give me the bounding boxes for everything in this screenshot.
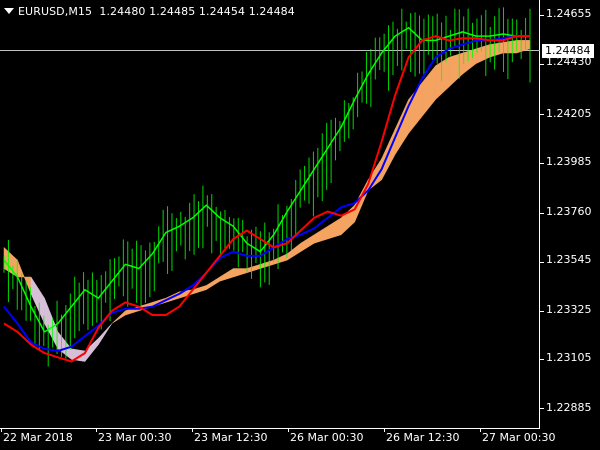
time-tick-label: 22 Mar 2018 — [3, 431, 73, 444]
price-tick-label: 1.23760 — [546, 205, 592, 218]
cloud-segment — [502, 40, 517, 54]
cloud-segment — [246, 263, 261, 274]
cloud-segment — [300, 234, 315, 253]
time-tick-label: 23 Mar 12:30 — [194, 431, 268, 444]
price-tick-label: 1.24430 — [546, 55, 592, 68]
chart-title: EURUSD,M15 1.24480 1.24485 1.24454 1.244… — [4, 5, 295, 18]
cloud-segment — [394, 99, 409, 156]
cloud-segment — [489, 42, 504, 58]
axis-ticks — [1, 15, 544, 432]
ichimoku-cloud — [3, 40, 531, 363]
cloud-segment — [57, 331, 72, 360]
price-chart[interactable] — [0, 0, 600, 450]
cloud-segment — [17, 260, 32, 294]
cloud-segment — [475, 44, 490, 64]
cloud-segment — [206, 276, 221, 291]
cloud-segment — [516, 40, 531, 54]
cloud-segment — [448, 52, 463, 88]
cloud-segment — [219, 268, 234, 282]
cloud-segment — [313, 225, 328, 244]
time-tick-label: 23 Mar 00:30 — [98, 431, 172, 444]
price-tick-label: 1.24655 — [546, 7, 592, 20]
chart-window[interactable]: EURUSD,M15 1.24480 1.24485 1.24454 1.244… — [0, 0, 600, 450]
price-tick-label: 1.23545 — [546, 253, 592, 266]
price-tick-label: 1.24205 — [546, 107, 592, 120]
price-tick-label: 1.22885 — [546, 401, 592, 414]
cloud-segment — [462, 48, 477, 75]
cloud-segment — [327, 217, 342, 240]
time-tick-label: 27 Mar 00:30 — [482, 431, 556, 444]
dropdown-triangle-icon[interactable] — [4, 8, 14, 14]
price-tick-label: 1.23325 — [546, 303, 592, 316]
price-tick-label: 1.23105 — [546, 351, 592, 364]
cloud-segment — [286, 242, 301, 261]
cloud-segment — [30, 276, 45, 324]
time-tick-label: 26 Mar 00:30 — [290, 431, 364, 444]
time-tick-label: 26 Mar 12:30 — [386, 431, 460, 444]
cloud-segment — [273, 253, 288, 265]
cloud-segment — [44, 298, 59, 349]
price-tick-label: 1.23985 — [546, 155, 592, 168]
cloud-segment — [233, 268, 248, 278]
cloud-segment — [260, 259, 274, 269]
ohlc-values: 1.24480 1.24485 1.24454 1.24484 — [99, 5, 295, 18]
symbol-timeframe: EURUSD,M15 — [18, 5, 93, 18]
